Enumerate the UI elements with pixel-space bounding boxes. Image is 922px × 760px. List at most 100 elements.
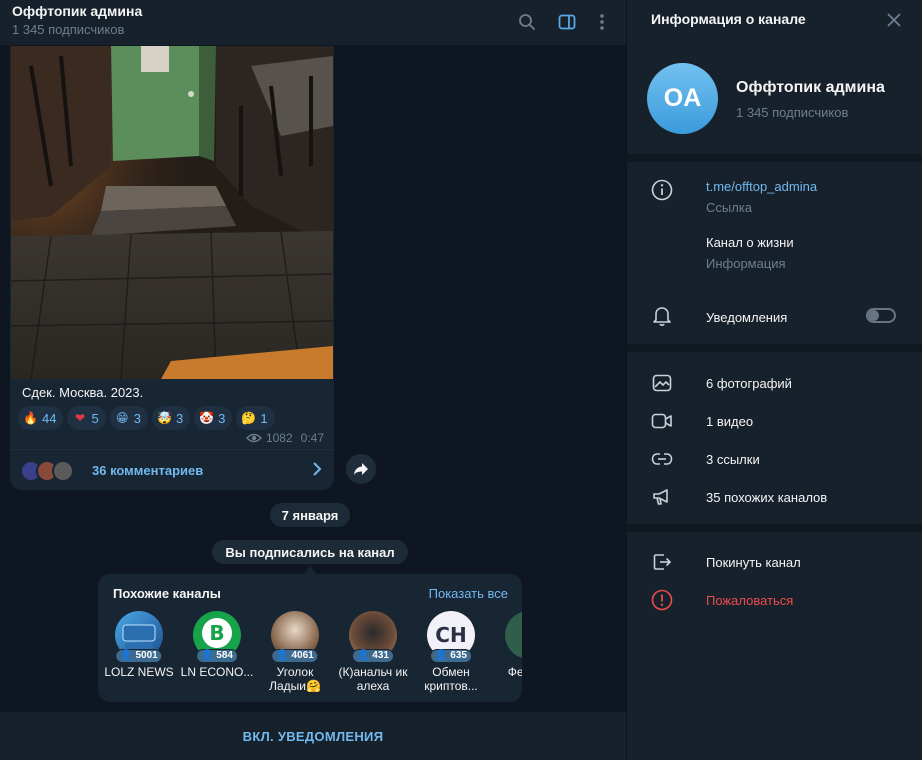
subscriber-badge: 👤 635 [430,649,472,663]
reaction-clown[interactable]: 🤡 3 [194,406,233,430]
similar-channel-item[interactable]: 👤 4061 Уголок Ладыи🤗 [258,611,332,697]
avatar [505,611,522,659]
panel-title: Информация о канале [651,11,806,27]
link-icon [651,448,673,470]
similar-channel-item[interactable]: Фе Калі [492,611,522,697]
similar-channel-name: Обмен криптов... [424,665,478,693]
channel-avatar[interactable]: OA [647,63,718,134]
person-icon: 👤 [201,650,214,661]
similar-channels-title: Похожие каналы [113,586,221,601]
close-icon [887,13,901,27]
chat-title[interactable]: Оффтопик админа [12,3,142,19]
divider [627,344,922,352]
channel-description-label: Информация [706,256,786,271]
chat-pane: Оффтопик админа 1 345 подписчиков Сдек. … [0,0,626,760]
close-button[interactable] [882,8,906,32]
info-icon [651,179,673,201]
similar-channel-name: LOLZ NEWS [104,665,174,679]
enable-notifications-label: ВКЛ. УВЕДОМЛЕНИЯ [242,728,384,744]
similar-channel-name: Уголок Ладыи🤗 [269,665,321,693]
person-icon: 👤 [276,650,289,661]
subscriber-badge: 👤 431 [352,649,394,663]
reaction-count: 44 [42,410,57,426]
thinking-icon: 🤔 [241,410,257,425]
chevron-right-icon [313,462,322,476]
links-label: 3 ссылки [706,452,760,467]
similar-channel-name: (К)анальч ик алеха [338,665,408,693]
similar-channel-item[interactable]: CH 👤 635 Обмен криптов... [414,611,488,697]
mind-blown-icon: 🤯 [156,410,172,425]
person-icon: 👤 [357,650,370,661]
search-icon [519,14,535,30]
similar-channel-item[interactable]: B 👤 584 LN ECONO... [180,611,254,697]
channel-link-label: Ссылка [706,200,753,215]
channel-description: Канал о жизни [706,235,794,250]
person-icon: 👤 [120,650,133,661]
reaction-count: 5 [91,410,99,426]
reaction-heart[interactable]: ❤ 5 [67,406,106,430]
megaphone-icon [651,486,673,508]
grin-icon: 😁 [115,410,129,425]
similar-channel-item[interactable]: 👤 431 (К)анальч ик алеха [336,611,410,697]
divider [627,154,922,162]
bell-icon [651,305,673,327]
reaction-count: 3 [218,410,226,426]
toggle-knob [868,310,879,321]
channel-name: Оффтопик админа [736,79,885,96]
chat-header[interactable]: Оффтопик админа 1 345 подписчиков [0,0,626,46]
subscriber-badge: 👤 4061 [271,649,319,663]
view-count: 1082 [265,431,293,445]
similar-channel-name: LN ECONO... [180,665,254,679]
comments-label: 36 комментариев [92,463,204,478]
search-button[interactable] [513,8,541,36]
heart-icon: ❤ [74,410,85,425]
fire-icon: 🔥 [23,410,38,425]
svg-text:CH: CH [435,623,466,647]
share-button[interactable] [346,454,376,484]
avatar [52,460,74,482]
service-message: Вы подписались на канал [212,540,408,564]
divider [627,524,922,532]
subscriber-badge: 👤 5001 [115,649,163,663]
subscriber-badge: 👤 584 [196,649,238,663]
post-photo[interactable] [11,46,333,379]
toggle-sidebar-button[interactable] [553,8,581,36]
notifications-toggle[interactable] [866,308,896,323]
show-all-link[interactable]: Показать все [429,586,508,601]
enable-notifications-button[interactable]: ВКЛ. УВЕДОМЛЕНИЯ [0,712,626,760]
reaction-grin[interactable]: 😁 3 [109,406,148,430]
forward-icon [354,463,368,475]
sidebar-icon [558,14,576,30]
eye-icon [246,433,262,443]
post-caption: Сдек. Москва. 2023. [22,385,144,400]
reaction-count: 1 [260,410,268,426]
similar-channels-label: 35 похожих каналов [706,490,828,505]
reaction-mind-blown[interactable]: 🤯 3 [151,406,191,430]
date-separator: 7 января [270,503,350,527]
reactions-bar: 🔥 44 ❤ 5 😁 3 🤯 3 🤡 3 🤔 1 [18,406,275,430]
videos-label: 1 видео [706,414,754,429]
similar-channels-card: Похожие каналы Показать все 👤 5001 LOLZ … [98,574,522,702]
reaction-thinking[interactable]: 🤔 1 [236,406,275,430]
svg-text:B: B [209,621,224,645]
channel-link[interactable]: t.me/offtop_admina [706,179,817,194]
similar-channel-item[interactable]: 👤 5001 LOLZ NEWS [102,611,176,697]
commenter-avatars [20,460,82,482]
notifications-label: Уведомления [706,310,788,325]
leave-channel-label: Покинуть канал [706,555,801,570]
channel-info-panel: Информация о канале OA Оффтопик админа 1… [626,0,922,760]
post-time: 0:47 [300,431,324,445]
report-label: Пожаловаться [706,593,794,608]
report-icon [651,589,673,611]
comments-button[interactable]: 36 комментариев [10,450,334,490]
more-vertical-icon [600,14,604,30]
video-icon [651,410,673,432]
reaction-count: 3 [175,410,184,426]
chat-subscribers: 1 345 подписчиков [12,22,125,37]
photo-icon [651,372,673,394]
photos-label: 6 фотографий [706,376,792,391]
channel-post[interactable]: Сдек. Москва. 2023. 🔥 44 ❤ 5 😁 3 🤯 3 🤡 3 [10,46,334,490]
post-meta: 1082 0:47 [246,431,324,445]
reaction-fire[interactable]: 🔥 44 [18,406,64,430]
more-options-button[interactable] [588,8,616,36]
